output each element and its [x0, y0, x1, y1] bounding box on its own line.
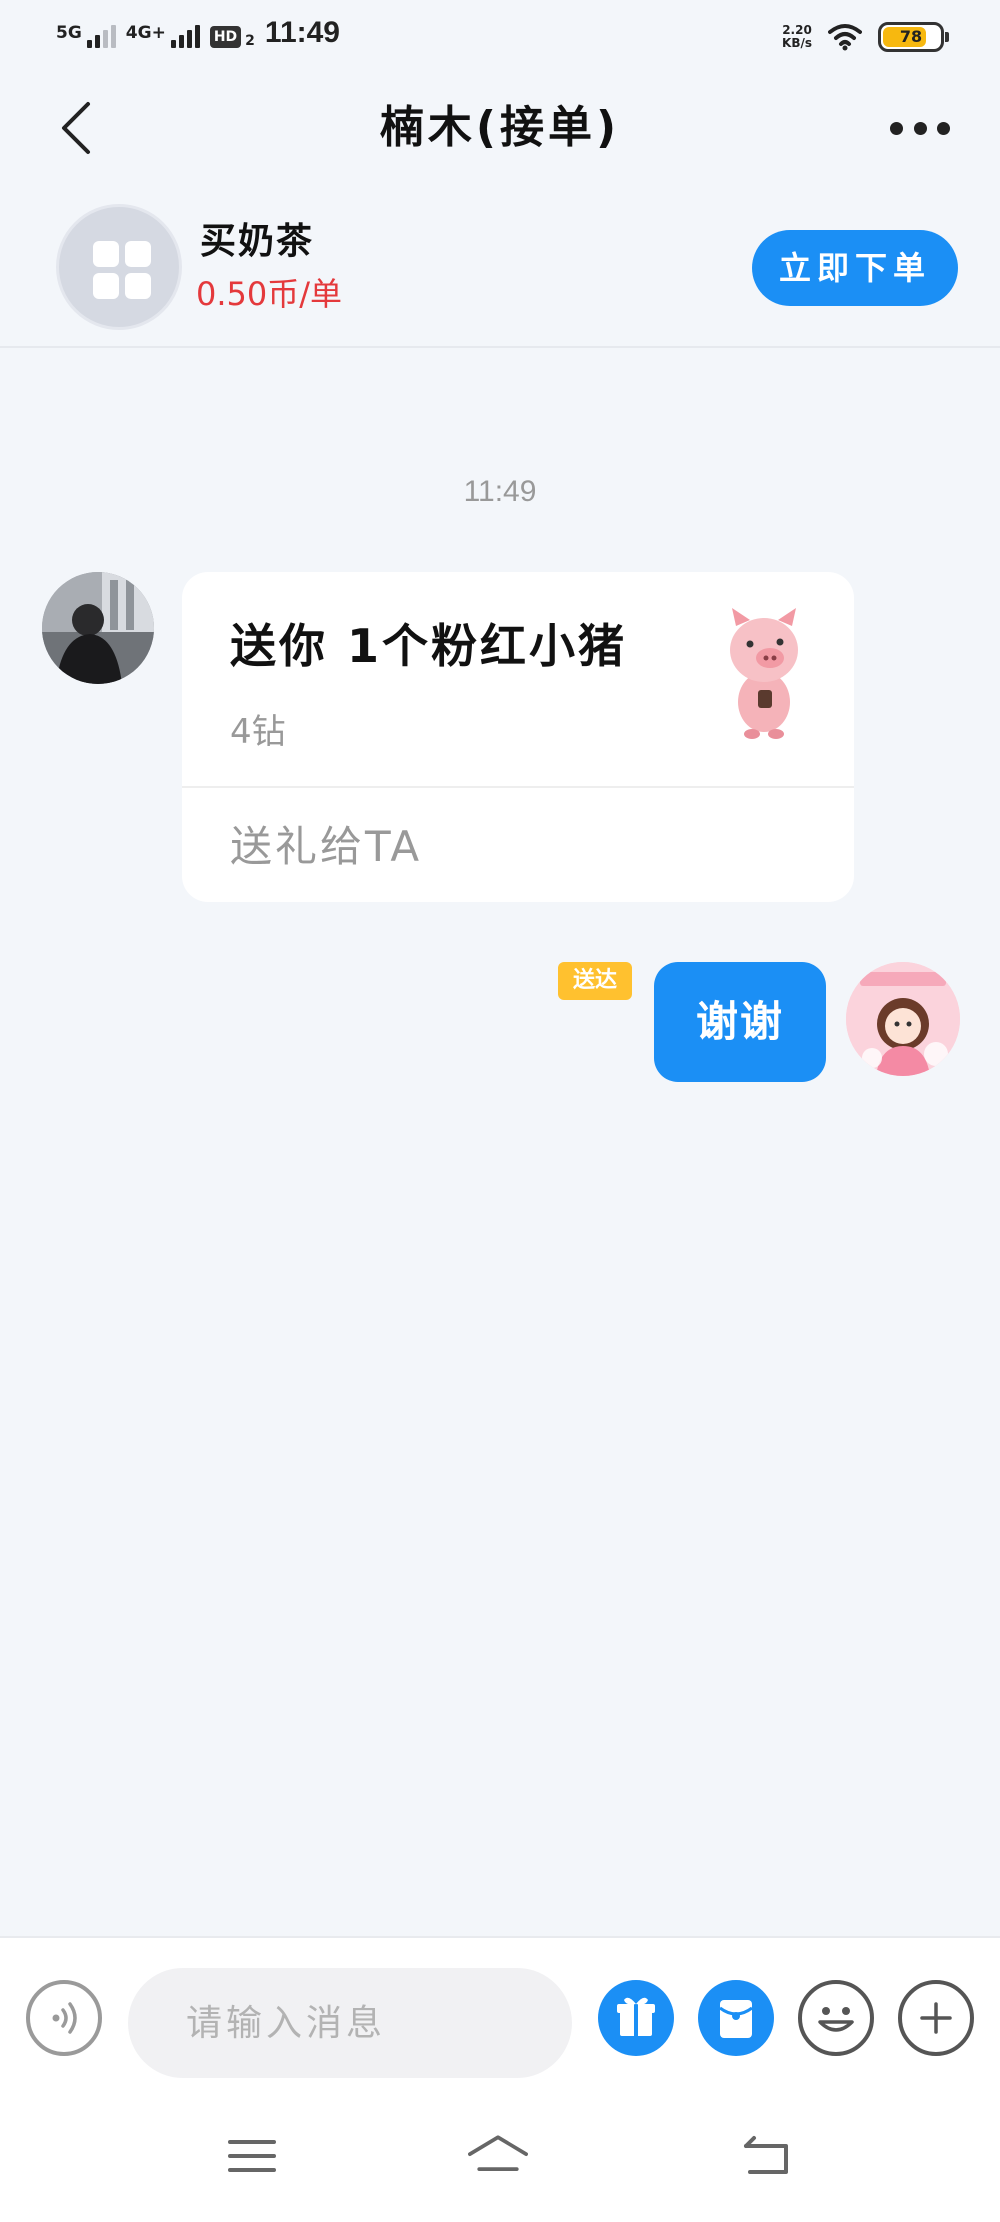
emoji-icon[interactable]	[798, 1980, 874, 2056]
battery-level: 78	[899, 27, 923, 46]
gift-message-card[interactable]: 送你 1个粉红小猪 4钻 送礼给TA	[182, 572, 854, 902]
gift-message-text: 送你 1个粉红小猪	[230, 619, 628, 673]
avatar[interactable]	[846, 962, 960, 1076]
status-time: 11:49	[264, 16, 340, 49]
message-timestamp: 11:49	[463, 475, 537, 508]
network-type-label: 4G+	[125, 23, 166, 43]
send-gift-link[interactable]: 送礼给TA	[230, 822, 422, 872]
gift-icon[interactable]	[598, 1980, 674, 2056]
signal-4g: 4G+	[126, 24, 200, 48]
delivered-badge: 送达	[558, 962, 632, 1000]
product-name: 买奶茶	[200, 221, 315, 262]
message-input[interactable]	[128, 1968, 572, 2078]
back-icon[interactable]	[736, 2126, 796, 2186]
network-speed-unit: KB/s	[782, 36, 812, 50]
signal-bars-icon	[86, 24, 116, 48]
more-dots-icon[interactable]	[884, 106, 956, 150]
hd-voice-icon: HD	[209, 26, 242, 48]
user-avatar-photo	[846, 962, 960, 1076]
input-bar	[0, 1936, 1000, 2096]
menu-icon[interactable]	[222, 2126, 282, 2186]
network-speed: 2.20 KB/s	[782, 24, 812, 50]
chat-header: 楠木(接单)	[0, 78, 1000, 178]
gift-card-divider	[182, 786, 854, 788]
pink-pig-sticker-icon	[730, 608, 798, 739]
order-now-button[interactable]: 立即下单	[752, 230, 958, 306]
system-nav-bar	[0, 2096, 1000, 2222]
hd-sim-label: 2	[245, 33, 255, 49]
signal-bars-icon	[170, 24, 200, 48]
apps-grid-icon	[93, 241, 151, 299]
product-price: 0.50币/单	[196, 275, 343, 313]
battery-icon: 78	[878, 22, 949, 52]
voice-icon[interactable]	[26, 1980, 102, 2056]
contact-avatar-photo	[42, 572, 154, 684]
plus-icon[interactable]	[898, 1980, 974, 2056]
status-right: 2.20 KB/s 78	[782, 22, 949, 52]
signal-5g: 5G	[56, 24, 116, 48]
product-bar: 买奶茶 0.50币/单 立即下单	[0, 190, 1000, 348]
product-thumbnail[interactable]	[56, 204, 182, 330]
home-icon[interactable]	[468, 2126, 528, 2186]
wifi-icon	[828, 24, 862, 51]
red-packet-icon[interactable]	[698, 1980, 774, 2056]
avatar[interactable]	[42, 572, 154, 684]
network-type-label: 5G	[56, 23, 82, 43]
page-title: 楠木(接单)	[379, 102, 621, 153]
status-bar: 5G 4G+ HD 2 11:49 2.20 KB/s 78	[0, 0, 1000, 78]
gift-cost: 4钻	[230, 712, 286, 752]
sent-message-bubble[interactable]: 谢谢	[654, 962, 826, 1082]
status-left: 5G 4G+ HD 2 11:49	[56, 18, 340, 48]
